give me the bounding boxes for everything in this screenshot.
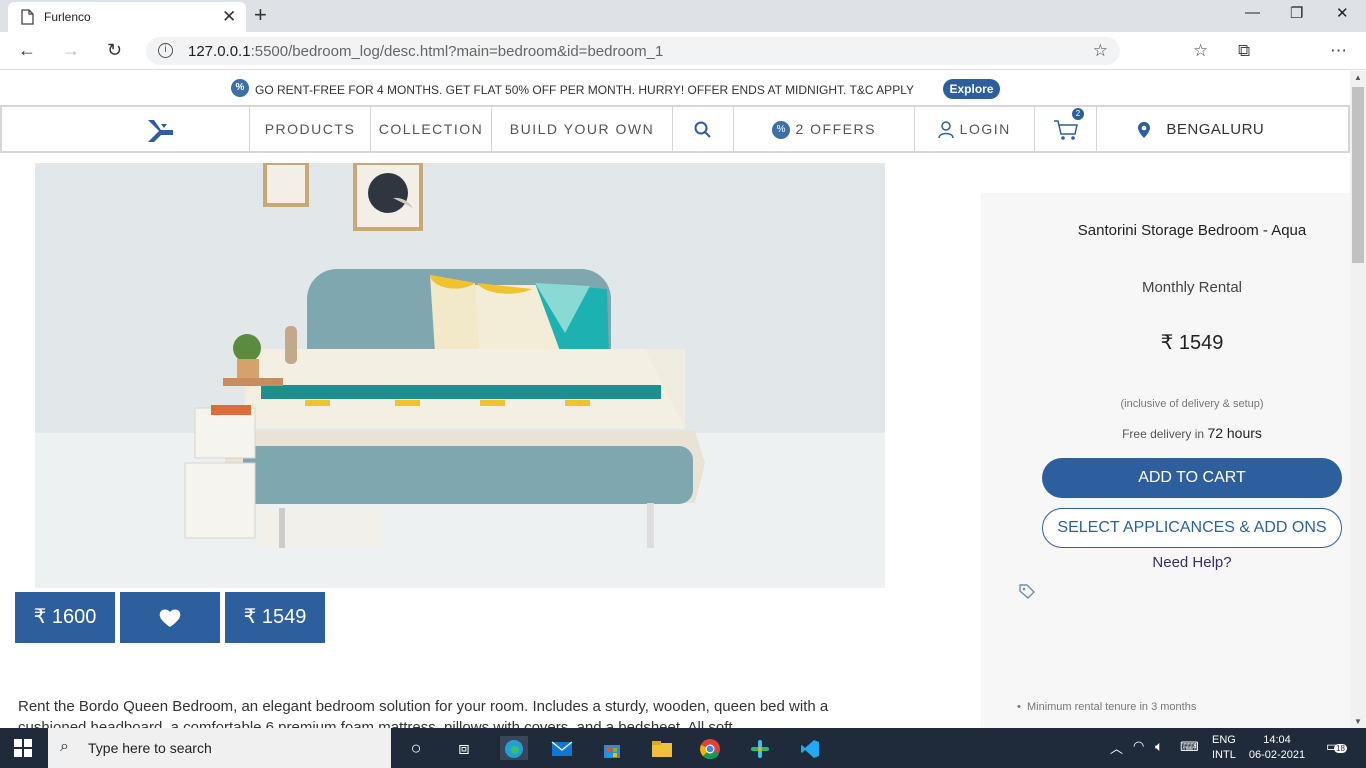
edge-icon[interactable] (500, 736, 528, 760)
forward-icon[interactable]: → (62, 40, 80, 61)
notification-count: 18 (1334, 744, 1347, 753)
nav-products[interactable]: PRODUCTS (250, 107, 371, 151)
cart-icon (1053, 120, 1079, 141)
nav-collection[interactable]: COLLECTION (371, 107, 492, 151)
need-help-link[interactable]: Need Help? (981, 554, 1350, 571)
product-name: Santorini Storage Bedroom - Aqua (1077, 222, 1307, 239)
new-tab-icon[interactable]: + (254, 2, 267, 28)
tab-close-icon[interactable]: ✕ (222, 7, 236, 27)
vscode-icon[interactable] (798, 736, 822, 760)
task-view-icon[interactable]: ⧈ (452, 736, 476, 760)
volume-icon[interactable]: 🔈︎ (1155, 738, 1163, 755)
scroll-down-icon[interactable]: ▼ (1354, 717, 1362, 726)
location-pin-icon (1137, 121, 1151, 139)
mail-icon[interactable] (550, 736, 574, 760)
favorites-icon[interactable]: ☆ (1193, 41, 1208, 61)
url-text[interactable]: 127.0.0.1:5500/bedroom_log/desc.html?mai… (188, 43, 663, 60)
windows-start-icon[interactable] (14, 739, 32, 762)
nav-city[interactable]: BENGALURU (1097, 107, 1350, 151)
page-scrollbar[interactable]: ▲ ▼ (1350, 71, 1366, 728)
keyboard-icon[interactable]: ⌨ (1180, 739, 1199, 755)
tray-overflow-icon[interactable]: ︿ (1110, 738, 1123, 757)
more-menu-icon[interactable]: ⋯ (1330, 41, 1347, 61)
offer-badge-icon: % (231, 79, 249, 97)
url-path: :5500/bedroom_log/desc.html?main=bedroom… (250, 43, 664, 60)
clock-time: 14:04 (1263, 734, 1291, 746)
reload-icon[interactable]: ↻ (107, 40, 122, 61)
window-close-icon[interactable]: ✕ (1336, 4, 1349, 22)
address-toolbar: ← → ↻ i 127.0.0.1:5500/bedroom_log/desc.… (0, 32, 1366, 94)
wifi-icon[interactable]: ◠ (1133, 738, 1144, 754)
keyboard-layout: INTL (1212, 749, 1236, 761)
site-info-icon[interactable]: i (158, 43, 173, 58)
taskbar-search[interactable]: ⌕ Type here to search (48, 728, 391, 768)
collections-icon[interactable]: ⧉ (1238, 41, 1250, 61)
tab-strip: Furlenco ✕ + — ❐ ✕ (0, 0, 1366, 32)
language-code: ENG (1212, 734, 1236, 746)
search-icon[interactable] (694, 121, 712, 139)
tenure-text: Minimum rental tenure in 3 months (1026, 701, 1197, 713)
furlenco-logo-icon[interactable] (145, 116, 175, 163)
language-indicator[interactable]: ENG INTL (1212, 733, 1236, 763)
nav-login[interactable]: LOGIN (915, 107, 1035, 151)
nav-login-label: LOGIN (959, 121, 1011, 137)
scrollbar-thumb[interactable] (1352, 87, 1364, 263)
tab-title: Furlenco (44, 10, 91, 24)
offer-badge-icon: % (772, 121, 791, 140)
main-nav: PRODUCTS COLLECTION BUILD YOUR OWN % 2 O… (0, 105, 1350, 153)
search-icon: ⌕ (60, 738, 69, 755)
browser-tab[interactable]: Furlenco ✕ (8, 2, 246, 32)
explore-button[interactable]: Explore (943, 79, 1000, 99)
minimize-icon[interactable]: — (1245, 4, 1260, 21)
page-icon (20, 9, 34, 30)
nav-cart[interactable] (1035, 107, 1097, 151)
file-explorer-icon[interactable] (650, 736, 674, 760)
delivery-prefix: Free delivery in (1122, 427, 1208, 441)
promo-banner: % GO RENT-FREE FOR 4 MONTHS. GET FLAT 50… (0, 71, 1350, 105)
taskbar-search-placeholder: Type here to search (88, 740, 212, 756)
inclusive-note: (inclusive of delivery & setup) (1120, 398, 1264, 410)
heart-icon (158, 606, 182, 628)
cart-count-badge: 2 (1072, 108, 1084, 120)
address-bar[interactable]: i 127.0.0.1:5500/bedroom_log/desc.html?m… (146, 37, 1120, 65)
select-addons-button[interactable]: SELECT APPLICANCES & ADD ONS (1042, 508, 1342, 548)
scroll-up-icon[interactable]: ▲ (1354, 73, 1362, 82)
tenure-note: • Minimum rental tenure in 3 months (1017, 701, 1197, 713)
add-to-cart-button[interactable]: ADD TO CART (1042, 458, 1342, 498)
product-sidebar: Santorini Storage Bedroom - Aqua Monthly… (981, 193, 1350, 728)
rental-label: Monthly Rental (1141, 279, 1243, 296)
chrome-icon[interactable] (698, 736, 722, 760)
nav-offers-label: 2 OFFERS (795, 121, 876, 137)
logo-cell[interactable] (2, 107, 250, 151)
price-button-original[interactable]: ₹ 1600 (15, 592, 115, 643)
windows-taskbar: ⌕ Type here to search ○ ⧈ ︿ ◠ 🔈︎ ⌨ ENG I… (0, 728, 1366, 768)
restore-icon[interactable]: ❐ (1290, 4, 1303, 22)
slack-icon[interactable] (748, 736, 772, 760)
promo-message: GO RENT-FREE FOR 4 MONTHS. GET FLAT 50% … (255, 83, 914, 97)
clock-date: 06-02-2021 (1248, 749, 1306, 761)
nav-search[interactable] (673, 107, 734, 151)
price-button-discounted[interactable]: ₹ 1549 (225, 592, 325, 643)
nav-build-your-own[interactable]: BUILD YOUR OWN (492, 107, 673, 151)
delivery-time: 72 hours (1207, 425, 1262, 441)
tag-icon (1018, 583, 1036, 602)
user-icon (938, 121, 955, 139)
back-icon[interactable]: ← (18, 40, 36, 61)
wishlist-button[interactable] (120, 592, 220, 643)
system-clock[interactable]: 14:04 06-02-2021 (1248, 733, 1306, 763)
nav-offers[interactable]: % 2 OFFERS (734, 107, 915, 151)
product-description: Rent the Bordo Queen Bedroom, an elegant… (18, 698, 829, 728)
page-viewport: % GO RENT-FREE FOR 4 MONTHS. GET FLAT 50… (0, 71, 1350, 728)
monthly-price: ₹ 1549 (1160, 332, 1224, 354)
notifications-icon[interactable]: ▭ 18 (1326, 738, 1347, 755)
delivery-note: Free delivery in 72 hours (981, 425, 1350, 441)
store-icon[interactable] (600, 736, 624, 760)
add-favorite-icon[interactable]: ☆ (1093, 41, 1108, 61)
product-image (35, 163, 885, 588)
url-host: 127.0.0.1 (188, 43, 251, 60)
city-label: BENGALURU (1166, 121, 1265, 138)
cortana-icon[interactable]: ○ (404, 736, 428, 760)
